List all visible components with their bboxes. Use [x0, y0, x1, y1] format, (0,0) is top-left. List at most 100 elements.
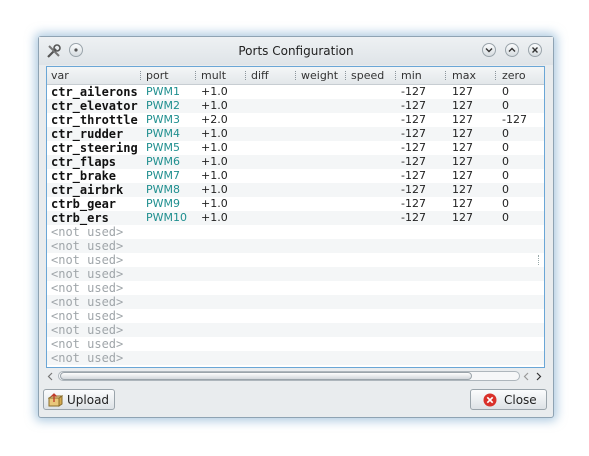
cell-min[interactable]: -127: [401, 183, 426, 197]
cell-var[interactable]: <not used>: [51, 295, 123, 309]
cell-min[interactable]: -127: [401, 85, 426, 99]
cell-var[interactable]: ctr_throttle: [51, 113, 138, 127]
table-row[interactable]: ctr_airbrk PWM8 +1.0 -127 127 0: [47, 183, 544, 197]
cell-var[interactable]: <not used>: [51, 239, 123, 253]
cell-max[interactable]: 127: [452, 169, 473, 183]
col-header-diff[interactable]: diff: [251, 69, 269, 82]
cell-max[interactable]: 127: [452, 141, 473, 155]
cell-mult[interactable]: +1.0: [201, 99, 228, 113]
cell-min[interactable]: -127: [401, 99, 426, 113]
close-window-button[interactable]: [528, 43, 542, 57]
table-row[interactable]: <not used>: [47, 351, 544, 365]
cell-port[interactable]: PWM9: [146, 197, 180, 211]
cell-max[interactable]: 127: [452, 197, 473, 211]
cell-var[interactable]: ctr_brake: [51, 169, 116, 183]
cell-mult[interactable]: +2.0: [201, 113, 228, 127]
cell-zero[interactable]: 0: [502, 197, 509, 211]
cell-var[interactable]: ctrb_gear: [51, 197, 116, 211]
table-row[interactable]: ctr_brake PWM7 +1.0 -127 127 0: [47, 169, 544, 183]
minimize-button[interactable]: [482, 43, 496, 57]
cell-min[interactable]: -127: [401, 127, 426, 141]
scrollbar-thumb[interactable]: [60, 372, 472, 380]
cell-mult[interactable]: +1.0: [201, 169, 228, 183]
cell-min[interactable]: -127: [401, 141, 426, 155]
cell-mult[interactable]: +1.0: [201, 197, 228, 211]
col-header-speed[interactable]: speed: [351, 69, 384, 82]
cell-var[interactable]: <not used>: [51, 225, 123, 239]
cell-port[interactable]: PWM3: [146, 113, 180, 127]
table-row[interactable]: ctr_elevator PWM2 +1.0 -127 127 0: [47, 99, 544, 113]
cell-max[interactable]: 127: [452, 85, 473, 99]
close-button[interactable]: Close: [470, 389, 547, 410]
scrollbar-track[interactable]: [58, 371, 520, 381]
cell-min[interactable]: -127: [401, 169, 426, 183]
cell-zero[interactable]: 0: [502, 85, 509, 99]
upload-button[interactable]: Upload: [43, 389, 115, 410]
cell-var[interactable]: ctr_airbrk: [51, 183, 123, 197]
cell-zero[interactable]: 0: [502, 169, 509, 183]
table-row[interactable]: <not used>: [47, 225, 544, 239]
cell-mult[interactable]: +1.0: [201, 211, 228, 225]
cell-port[interactable]: PWM5: [146, 141, 180, 155]
cell-zero[interactable]: 0: [502, 141, 509, 155]
cell-port[interactable]: PWM8: [146, 183, 180, 197]
cell-min[interactable]: -127: [401, 211, 426, 225]
cell-max[interactable]: 127: [452, 113, 473, 127]
title-bar[interactable]: Ports Configuration: [39, 37, 553, 65]
table-row[interactable]: <not used>: [47, 239, 544, 253]
cell-zero[interactable]: 0: [502, 155, 509, 169]
cell-port[interactable]: PWM4: [146, 127, 180, 141]
table-row[interactable]: ctr_ailerons PWM1 +1.0 -127 127 0: [47, 85, 544, 99]
table-row[interactable]: ctr_flaps PWM6 +1.0 -127 127 0: [47, 155, 544, 169]
cell-var[interactable]: <not used>: [51, 323, 123, 337]
col-header-port[interactable]: port: [146, 69, 169, 82]
cell-mult[interactable]: +1.0: [201, 155, 228, 169]
cell-port[interactable]: PWM6: [146, 155, 180, 169]
col-header-weight[interactable]: weight: [301, 69, 338, 82]
cell-zero[interactable]: 0: [502, 99, 509, 113]
cell-var[interactable]: <not used>: [51, 309, 123, 323]
table-row[interactable]: <not used>: [47, 295, 544, 309]
cell-var[interactable]: ctr_elevator: [51, 99, 138, 113]
cell-var[interactable]: ctrb_ers: [51, 211, 109, 225]
cell-min[interactable]: -127: [401, 113, 426, 127]
cell-port[interactable]: PWM10: [146, 211, 187, 225]
cell-mult[interactable]: +1.0: [201, 183, 228, 197]
cell-max[interactable]: 127: [452, 99, 473, 113]
scroll-left-icon[interactable]: [46, 372, 55, 381]
table-row[interactable]: <not used>: [47, 337, 544, 351]
col-header-var[interactable]: var: [51, 69, 69, 82]
cell-var[interactable]: ctr_steering: [51, 141, 138, 155]
cell-var[interactable]: ctr_rudder: [51, 127, 123, 141]
cell-var[interactable]: <not used>: [51, 351, 123, 365]
col-header-mult[interactable]: mult: [201, 69, 226, 82]
scroll-right-icon[interactable]: [534, 372, 543, 381]
table-row[interactable]: ctr_throttle PWM3 +2.0 -127 127 -127: [47, 113, 544, 127]
scroll-left-arrow-icon[interactable]: [522, 372, 531, 381]
cell-var[interactable]: <not used>: [51, 337, 123, 351]
table-row[interactable]: <not used>: [47, 267, 544, 281]
table-row[interactable]: ctr_rudder PWM4 +1.0 -127 127 0: [47, 127, 544, 141]
cell-mult[interactable]: +1.0: [201, 141, 228, 155]
col-header-min[interactable]: min: [401, 69, 422, 82]
table-row[interactable]: ctrb_ers PWM10 +1.0 -127 127 0: [47, 211, 544, 225]
table-row[interactable]: <not used>: [47, 309, 544, 323]
cell-zero[interactable]: -127: [502, 113, 527, 127]
cell-var[interactable]: <not used>: [51, 281, 123, 295]
cell-max[interactable]: 127: [452, 155, 473, 169]
horizontal-scrollbar[interactable]: [46, 370, 545, 383]
maximize-button[interactable]: [505, 43, 519, 57]
cell-var[interactable]: <not used>: [51, 253, 123, 267]
cell-min[interactable]: -127: [401, 197, 426, 211]
cell-zero[interactable]: 0: [502, 127, 509, 141]
cell-port[interactable]: PWM2: [146, 99, 180, 113]
table-row[interactable]: <not used>: [47, 323, 544, 337]
table-row[interactable]: <not used>: [47, 281, 544, 295]
table-row[interactable]: <not used>: [47, 253, 544, 267]
cell-zero[interactable]: 0: [502, 183, 509, 197]
cell-min[interactable]: -127: [401, 155, 426, 169]
cell-max[interactable]: 127: [452, 183, 473, 197]
cell-var[interactable]: <not used>: [51, 267, 123, 281]
cell-port[interactable]: PWM1: [146, 85, 180, 99]
col-header-zero[interactable]: zero: [502, 69, 526, 82]
